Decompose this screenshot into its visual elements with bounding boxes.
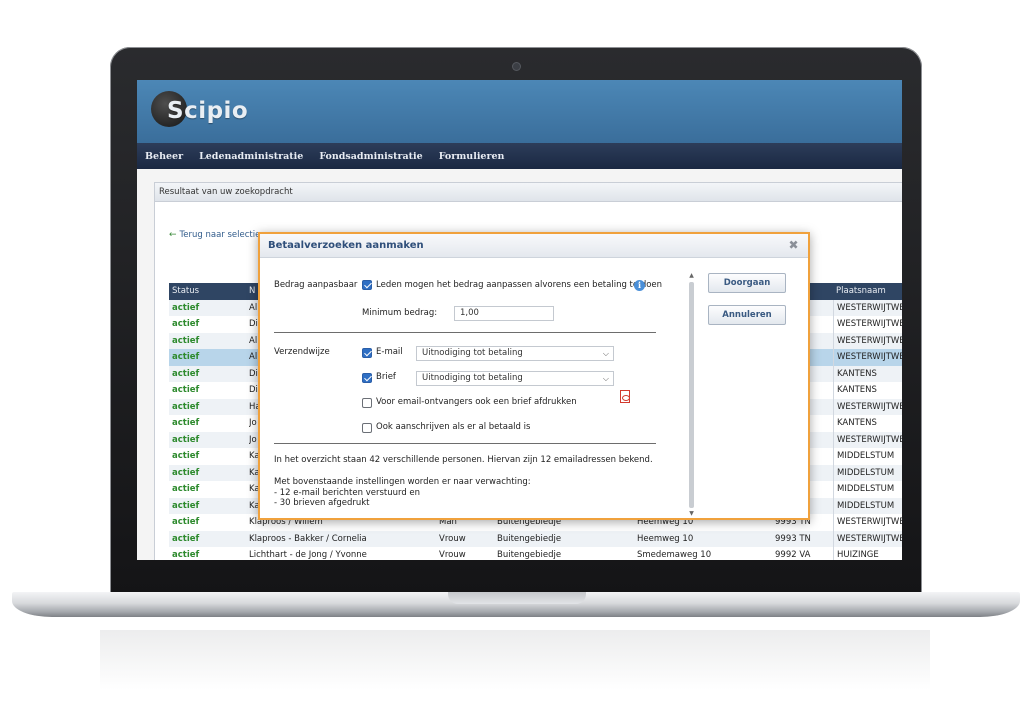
results-header: Resultaat van uw zoekopdracht [155,183,902,202]
payment-request-dialog: Betaalverzoeken aanmaken ✖ Bedrag aanpas… [258,232,810,520]
verzend-label: Verzendwijze [274,347,330,357]
divider [274,443,656,444]
cell-status: actief [172,533,200,544]
cell-status: actief [172,500,200,511]
cell-status: actief [172,517,200,527]
cell-city: WESTERWIJTWER [833,299,902,316]
logo-text: Scipio [167,98,249,124]
close-icon[interactable]: ✖ [787,239,800,252]
cell-city: MIDDELSTUM [833,448,902,465]
scroll-down-icon[interactable]: ▼ [688,510,695,518]
cell-city: WESTERWIJTWER [833,316,902,333]
chevron-down-icon: ⌵ [602,374,609,383]
cell-status: actief [172,401,200,412]
cell-city: WESTERWIJTWER [833,349,902,366]
extra-brief-checkbox[interactable] [362,398,372,408]
camera-icon [513,63,520,70]
brief-select-value: Uitnodiging tot betaling [422,373,523,383]
cell-status: actief [172,352,200,362]
dialog-body: Bedrag aanpasbaar Leden mogen het bedrag… [260,259,696,518]
cell-city: WESTERWIJTWER [833,431,902,448]
brief-template-select[interactable]: Uitnodiging tot betaling ⌵ [416,371,614,386]
cell-city: HUIZINGE [833,547,902,560]
cell-gender: Vrouw [439,533,466,544]
email-checkbox[interactable] [362,348,372,358]
expectation-intro: Met bovenstaande instellingen worden er … [274,477,531,487]
cell-zip: 9993 TN [775,533,811,544]
ook-betaald-checkbox[interactable] [362,423,372,433]
cell-status: actief [172,418,200,428]
summary-text: In het overzicht staan 42 verschillende … [274,455,653,465]
back-link-label: Terug naar selectie [179,230,261,240]
cell-status: actief [172,434,200,445]
bedrag-label: Bedrag aanpasbaar [274,280,358,290]
cell-address: Smedemaweg 10 [637,550,712,560]
cell-status: actief [172,467,200,478]
cell-city: MIDDELSTUM [833,464,902,481]
email-template-select[interactable]: Uitnodiging tot betaling ⌵ [416,346,614,361]
info-icon[interactable]: i [634,280,645,291]
cell-status: actief [172,335,200,346]
cell-city: KANTENS [833,365,902,382]
cell-city: MIDDELSTUM [833,497,902,514]
cell-city: KANTENS [833,382,902,399]
top-banner: Scipio [137,80,902,143]
main-nav: Beheer Ledenadministratie Fondsadministr… [137,143,902,169]
ook-betaald-label: Ook aanschrijven als er al betaald is [376,422,531,432]
table-row[interactable]: actief Lichthart - de Jong / Yvonne Vrouw B… [169,547,902,560]
scipio-logo[interactable]: Scipio [151,91,261,131]
cell-status: actief [172,368,200,379]
table-row[interactable]: actief Klaproos - Bakker / Cornelia Vrouw B… [169,530,902,547]
column-header-status[interactable]: Status [172,283,247,300]
brief-checkbox[interactable] [362,373,372,383]
cell-city: MIDDELSTUM [833,481,902,498]
nav-item-ledenadministratie[interactable]: Ledenadministratie [191,151,311,162]
cell-status: actief [172,484,200,494]
brief-label: Brief [376,372,396,382]
email-select-value: Uitnodiging tot betaling [422,348,523,358]
cell-status: actief [172,451,200,461]
chevron-down-icon: ⌵ [602,349,609,358]
minimum-amount-input[interactable]: 1,00 [454,306,554,321]
cell-tag: Buitengebiedje [497,533,562,544]
cell-tag: Buitengebiedje [497,550,562,560]
back-arrow-icon: ← [169,230,177,240]
cell-city: WESTERWIJTWER [833,514,902,531]
cell-zip: 9992 VA [775,550,811,560]
dialog-title: Betaalverzoeken aanmaken [260,234,808,258]
continue-button[interactable]: Doorgaan [708,273,786,293]
nav-item-fondsadministratie[interactable]: Fondsadministratie [311,151,430,162]
extra-brief-label: Voor email-ontvangers ook een brief afdr… [376,397,577,407]
cell-city: WESTERWIJTWER [833,530,902,547]
laptop-notch [448,592,586,604]
bedrag-aanpasbaar-checkbox[interactable] [362,280,372,290]
email-label: E-mail [376,347,403,357]
cancel-button[interactable]: Annuleren [708,305,786,325]
expectation-emails: - 12 e-mail berichten verstuurd en [274,487,421,498]
minimum-label: Minimum bedrag: [362,308,438,318]
nav-item-formulieren[interactable]: Formulieren [431,151,513,162]
column-header-city[interactable]: Plaatsnaam [833,283,902,300]
nav-item-beheer[interactable]: Beheer [137,151,191,162]
scroll-thumb[interactable] [689,282,694,508]
dialog-scrollbar[interactable]: ▲ ▼ [688,272,695,518]
cell-status: actief [172,319,200,329]
desk-reflection [100,630,930,690]
cell-name: Lichthart - de Jong / Yvonne [249,550,367,560]
cell-status: actief [172,302,200,313]
expectation-letters: - 30 brieven afgedrukt [274,498,370,508]
bedrag-check-label: Leden mogen het bedrag aanpassen alvoren… [376,280,663,290]
cell-city: WESTERWIJTWER [833,332,902,349]
cell-city: KANTENS [833,415,902,432]
pdf-icon[interactable] [620,390,630,403]
divider [274,332,656,333]
scroll-up-icon[interactable]: ▲ [688,272,695,280]
cell-name: Klaproos - Bakker / Cornelia [249,533,367,544]
cell-status: actief [172,550,200,560]
back-to-selection-link[interactable]: ← Terug naar selectie [169,230,260,240]
cell-gender: Vrouw [439,550,466,560]
cell-address: Heemweg 10 [637,533,694,544]
cell-status: actief [172,385,200,395]
cell-city: WESTERWIJTWER [833,398,902,415]
